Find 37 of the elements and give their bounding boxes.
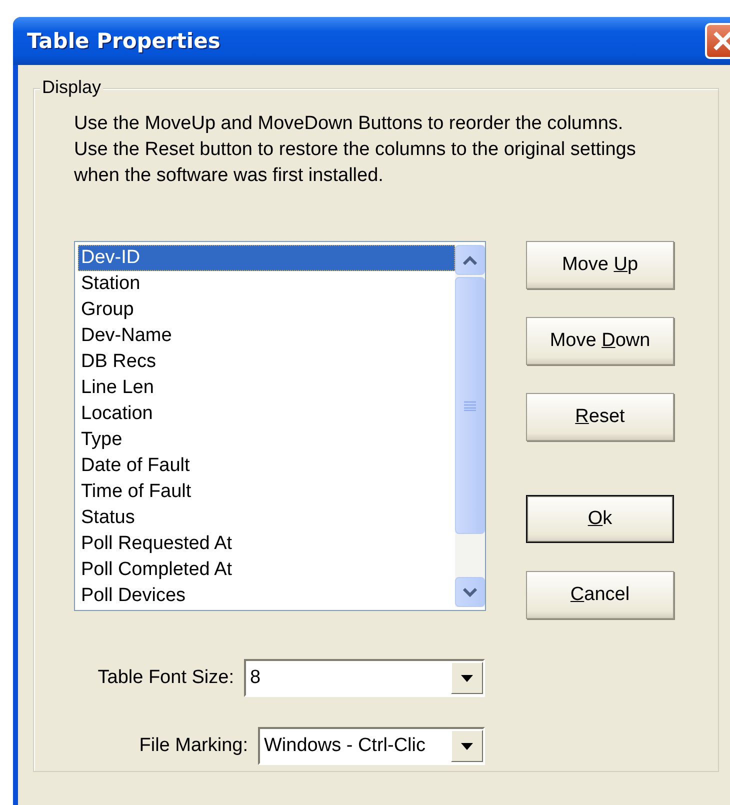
dialog-button[interactable]: Move Up bbox=[526, 241, 674, 289]
list-item[interactable]: Station bbox=[78, 271, 455, 297]
list-item[interactable]: Dev-Name bbox=[78, 323, 455, 349]
dropdown-field[interactable]: Windows - Ctrl-Clic bbox=[258, 727, 485, 765]
list-item[interactable]: DB Recs bbox=[78, 349, 455, 375]
group-legend: Display bbox=[40, 77, 104, 98]
column-list[interactable]: Dev-ID Station Group Dev-Name DB Recs Line Len Location Type Date of Fault Time of Fault Status Poll Requested At Poll Completed At Poll Devices bbox=[74, 241, 486, 611]
chevron-up-icon bbox=[463, 256, 477, 264]
list-item[interactable]: Location bbox=[78, 401, 455, 427]
dialog-button[interactable]: Ok bbox=[526, 495, 674, 543]
dialog-button[interactable]: Move Down bbox=[526, 317, 674, 365]
grip-icon bbox=[464, 400, 476, 410]
dropdown-arrow-icon bbox=[461, 742, 473, 750]
list-item[interactable]: Poll Requested At bbox=[78, 531, 455, 557]
close-icon bbox=[712, 30, 730, 52]
scroll-up-button[interactable] bbox=[455, 245, 485, 275]
window-title: Table Properties bbox=[27, 29, 220, 53]
list-item[interactable]: Dev-ID bbox=[78, 245, 455, 271]
list-item[interactable]: Type bbox=[78, 427, 455, 453]
scroll-down-button[interactable] bbox=[455, 577, 485, 607]
instructions-text: Use the MoveUp and MoveDown Buttons to reorder the columns. Use the Reset button to restore the columns to the original settings when the software was first installed. bbox=[74, 112, 637, 188]
field-label: File Marking: bbox=[139, 735, 248, 757]
scroll-thumb[interactable] bbox=[455, 277, 485, 534]
list-item[interactable]: Time of Fault bbox=[78, 479, 455, 505]
chevron-down-icon bbox=[463, 588, 477, 596]
list-item[interactable]: Poll Devices bbox=[78, 583, 455, 609]
list-item[interactable]: Status bbox=[78, 505, 455, 531]
dialog-button[interactable]: Reset bbox=[526, 393, 674, 441]
list-item[interactable]: Line Len bbox=[78, 375, 455, 401]
scrollbar[interactable] bbox=[455, 245, 485, 607]
field-label: Table Font Size: bbox=[98, 667, 234, 689]
list-item[interactable]: Poll Completed At bbox=[78, 557, 455, 583]
dropdown-field[interactable]: 8 bbox=[244, 659, 485, 697]
list-item[interactable]: Date of Fault bbox=[78, 453, 455, 479]
list-item[interactable]: Group bbox=[78, 297, 455, 323]
dialog-button[interactable]: Cancel bbox=[526, 571, 674, 619]
dropdown-arrow-icon bbox=[461, 674, 473, 682]
